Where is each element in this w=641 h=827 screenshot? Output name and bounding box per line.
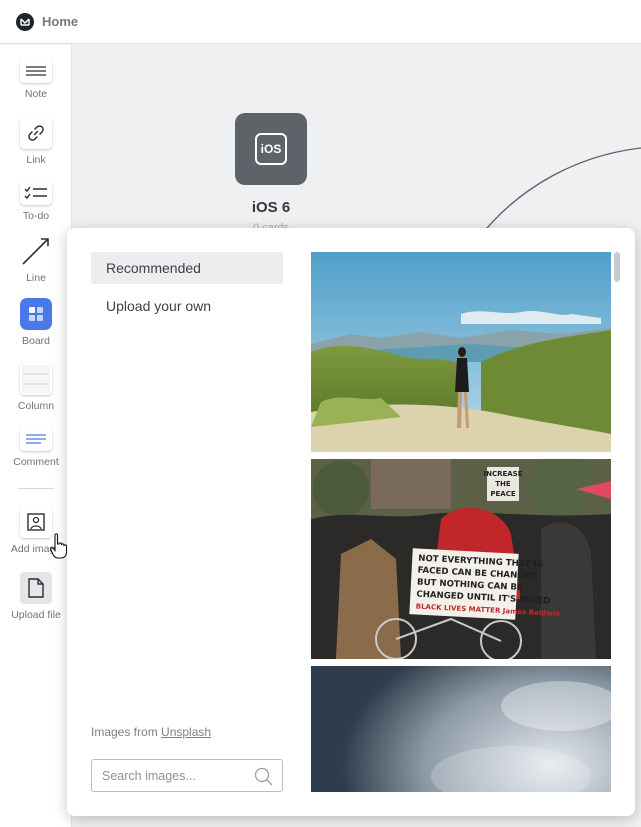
sign-line: THE: [495, 480, 511, 488]
tool-comment[interactable]: Comment: [0, 427, 72, 468]
search-box: [91, 759, 283, 792]
todo-icon: [20, 181, 52, 205]
tool-upload-file[interactable]: Upload file: [0, 572, 72, 621]
toolbar-divider: [18, 488, 54, 489]
column-icon: [20, 362, 52, 395]
photo-hiker-lake: [311, 252, 611, 452]
tool-column[interactable]: Column: [0, 362, 72, 412]
image-gallery: NOT EVERYTHING THAT IS FACED CAN BE CHAN…: [311, 252, 611, 792]
image-icon: [20, 506, 52, 538]
link-icon: [20, 117, 52, 149]
menu-recommended[interactable]: Recommended: [91, 252, 283, 284]
search-icon[interactable]: [254, 767, 274, 787]
board-icon: [20, 298, 52, 330]
breadcrumb-home[interactable]: Home: [42, 14, 78, 29]
tool-label: Link: [26, 154, 46, 166]
unsplash-link[interactable]: Unsplash: [161, 725, 211, 739]
hand-cursor-icon: [50, 533, 68, 559]
milanote-logo-icon[interactable]: [16, 12, 34, 31]
image-credit: Images from Unsplash: [91, 725, 211, 739]
line-icon: [20, 235, 52, 267]
photo-protest-signs: NOT EVERYTHING THAT IS FACED CAN BE CHAN…: [311, 459, 611, 659]
board-title[interactable]: iOS 6: [235, 199, 307, 216]
tool-label: Column: [17, 400, 55, 412]
ios-board-icon: iOS: [255, 133, 287, 165]
tool-label: To-do: [22, 210, 50, 222]
comment-icon: [20, 427, 52, 451]
tool-board[interactable]: Board: [0, 298, 72, 347]
board-card-ios[interactable]: iOS: [235, 113, 307, 185]
credit-prefix: Images from: [91, 725, 158, 739]
menu-upload-own[interactable]: Upload your own: [91, 290, 283, 322]
gallery-scrollbar[interactable]: [613, 252, 621, 792]
tool-sidebar: Note Link To-do Line Board Column Commen…: [0, 45, 72, 827]
tool-label: Upload file: [11, 609, 61, 621]
sign-line: INCREASE: [483, 470, 522, 478]
tool-label: Board: [21, 335, 51, 347]
tool-todo[interactable]: To-do: [0, 181, 72, 222]
file-icon: [20, 572, 52, 604]
add-image-panel: Recommended Upload your own Images from …: [67, 228, 635, 816]
image-thumb-protest[interactable]: NOT EVERYTHING THAT IS FACED CAN BE CHAN…: [311, 459, 611, 659]
top-bar: Home: [0, 0, 641, 44]
tool-label: Comment: [13, 456, 59, 468]
tool-label: Line: [26, 272, 46, 284]
image-thumb-hiker-lake[interactable]: [311, 252, 611, 452]
tool-link[interactable]: Link: [0, 117, 72, 166]
connector-line[interactable]: [470, 140, 641, 240]
search-images-input[interactable]: [92, 760, 242, 791]
sign-line: PEACE: [490, 490, 515, 498]
note-icon: [20, 59, 52, 83]
photo-storm-clouds: [311, 666, 611, 792]
tool-line[interactable]: Line: [0, 235, 72, 284]
tool-label: Note: [24, 88, 48, 100]
tool-note[interactable]: Note: [0, 59, 72, 100]
board-icon-text: iOS: [260, 142, 282, 156]
image-thumb-clouds[interactable]: [311, 666, 611, 792]
gallery-scrollbar-thumb[interactable]: [614, 252, 620, 282]
